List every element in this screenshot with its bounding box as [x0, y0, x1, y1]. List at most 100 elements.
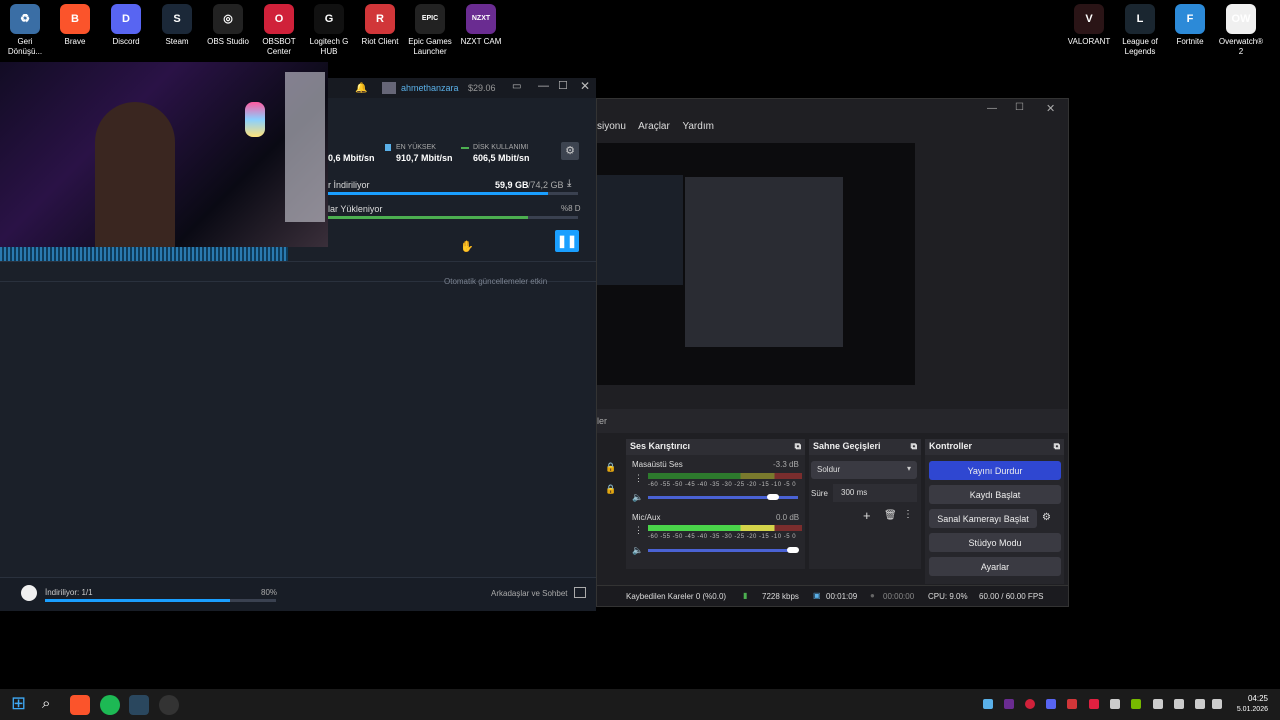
windows-start-icon[interactable]: ⊞ [11, 693, 31, 713]
desktop-audio-db: -3.3 dB [773, 460, 799, 469]
transition-select[interactable]: Soldur ▾ [811, 461, 917, 479]
obsbot-tray-icon[interactable] [1025, 699, 1035, 709]
mic-meter [648, 525, 802, 531]
footer-status[interactable]: İndiriliyor: 1/1 [45, 588, 93, 597]
desktop-icon[interactable]: EPIC Epic Games Launcher [405, 4, 455, 57]
pause-button[interactable]: ❚❚ [555, 230, 579, 252]
steam-username[interactable]: ahmethanzara [401, 83, 459, 93]
monitor-icon[interactable]: ▭ [512, 81, 521, 92]
speaker-icon[interactable]: 🔈 [632, 492, 643, 503]
more-icon[interactable]: ⋮ [903, 509, 913, 520]
avatar[interactable] [382, 82, 396, 94]
maximize-icon[interactable]: ☐ [1015, 102, 1024, 113]
add-icon[interactable]: + [863, 508, 871, 523]
discord-tray-icon[interactable] [1046, 699, 1056, 709]
desktop-icon[interactable]: OW Overwatch® 2 [1216, 4, 1266, 57]
desktop-volume-knob[interactable] [767, 494, 779, 500]
start-recording-button[interactable]: Kaydı Başlat [929, 485, 1061, 504]
dock-float-icon[interactable]: ⧉ [1054, 441, 1060, 453]
dock-float-icon[interactable]: ⧉ [911, 441, 917, 453]
desktop-icon[interactable]: D Discord [101, 4, 151, 47]
stream-icon: ▣ [813, 591, 821, 600]
settings-button[interactable]: Ayarlar [929, 557, 1061, 576]
maximize-icon[interactable]: ☐ [558, 79, 568, 92]
brave-icon[interactable] [70, 695, 90, 715]
riot-tray-icon[interactable] [1067, 699, 1077, 709]
spotify-icon[interactable] [100, 695, 120, 715]
volume-icon[interactable] [1212, 699, 1222, 709]
mic-volume-slider[interactable] [648, 549, 798, 552]
steam-icon[interactable] [129, 695, 149, 715]
transitions-title: Sahne Geçişleri [813, 441, 881, 451]
bell-icon[interactable]: 🔔 [355, 83, 367, 94]
footer-progress [45, 599, 276, 602]
rec-time: 00:00:00 [883, 592, 915, 601]
menu-item[interactable]: siyonu [597, 121, 626, 132]
desktop-icon[interactable]: S Steam [152, 4, 202, 47]
mic-volume-knob[interactable] [787, 547, 799, 553]
desktop-icon[interactable]: G Logitech G HUB [304, 4, 354, 57]
app-icon: G [314, 4, 344, 34]
close-icon[interactable]: ✕ [1046, 102, 1055, 115]
desktop-icon-label: Epic Games Launcher [408, 37, 452, 56]
usb-tray-icon[interactable] [1153, 699, 1163, 709]
desktop-icon[interactable]: ◎ OBS Studio [203, 4, 253, 47]
network-icon[interactable] [1195, 699, 1205, 709]
menu-item[interactable]: Yardım [682, 121, 714, 132]
microphone-icon[interactable] [1174, 699, 1184, 709]
chat-icon[interactable] [574, 587, 586, 598]
desktop-icon[interactable]: V VALORANT [1064, 4, 1114, 47]
app-icon: S [162, 4, 192, 34]
app-icon: NZXT [466, 4, 496, 34]
stop-stream-button[interactable]: Yayını Durdur [929, 461, 1061, 480]
nvidia-tray-icon[interactable] [1131, 699, 1141, 709]
app-tray-icon[interactable] [1089, 699, 1099, 709]
friends-chat-button[interactable]: Arkadaşlar ve Sohbet [491, 589, 568, 598]
clock-date[interactable]: 5.01.2026 [1226, 706, 1268, 713]
search-icon[interactable]: ⌕ [42, 695, 62, 715]
desktop-icon[interactable]: L League of Legends [1115, 4, 1165, 57]
preview-canvas[interactable] [597, 143, 915, 385]
desktop-icon[interactable]: NZXT NZXT CAM [456, 4, 506, 47]
app-icon: O [264, 4, 294, 34]
studio-mode-button[interactable]: Stüdyo Modu [929, 533, 1061, 552]
close-icon[interactable]: ✕ [580, 79, 590, 93]
gear-icon[interactable]: ⚙ [1042, 512, 1051, 523]
clock-time[interactable]: 04:25 [1236, 694, 1268, 703]
dock-float-icon[interactable]: ⧉ [795, 441, 801, 453]
downloading-size: 59,9 GB [495, 180, 529, 190]
lock-icon[interactable]: 🔒 [605, 462, 616, 473]
more-icon[interactable]: ⋮ [634, 525, 643, 536]
desktop-icon-label: Riot Client [361, 37, 399, 46]
obs-icon[interactable] [159, 695, 179, 715]
rgb-light [245, 102, 265, 137]
more-icon[interactable]: ⋮ [634, 473, 643, 484]
disk-value: 606,5 Mbit/sn [473, 153, 530, 163]
minimize-icon[interactable]: — [538, 80, 549, 92]
gear-icon[interactable]: ⚙ [561, 142, 579, 160]
mic-label: Mic/Aux [632, 513, 661, 522]
desktop-icon[interactable]: R Riot Client [355, 4, 405, 47]
desktop-icon[interactable]: B Brave [50, 4, 100, 47]
duration-field[interactable]: 300 ms [833, 484, 917, 502]
live-time: 00:01:09 [826, 592, 858, 601]
desktop-icon[interactable]: O OBSBOT Center [254, 4, 304, 57]
controls-title: Kontroller [929, 441, 973, 451]
menu-item[interactable]: Araçlar [638, 121, 670, 132]
desktop-icon-label: Discord [112, 37, 140, 46]
lock-icon[interactable]: 🔒 [605, 484, 616, 495]
virtual-camera-button[interactable]: Sanal Kamerayı Başlat [929, 509, 1037, 528]
preview-nested-window [685, 177, 843, 347]
desktop-icon-label: OBSBOT Center [262, 37, 296, 56]
app-icon: V [1074, 4, 1104, 34]
overwatch-icon[interactable] [21, 585, 37, 601]
desktop-icon-label: Geri Dönüşü... [7, 37, 43, 56]
minimize-icon[interactable]: — [987, 103, 997, 114]
trash-icon[interactable]: 🗑 [884, 510, 897, 521]
desktop-icon[interactable]: F Fortnite [1165, 4, 1215, 47]
speaker-icon[interactable]: 🔈 [632, 545, 643, 556]
desktop-icon[interactable]: ♻ Geri Dönüşü... [0, 4, 50, 57]
nzxt-tray-icon[interactable] [1004, 699, 1014, 709]
logitech-tray-icon[interactable] [1110, 699, 1120, 709]
steam-tray-icon[interactable] [983, 699, 993, 709]
